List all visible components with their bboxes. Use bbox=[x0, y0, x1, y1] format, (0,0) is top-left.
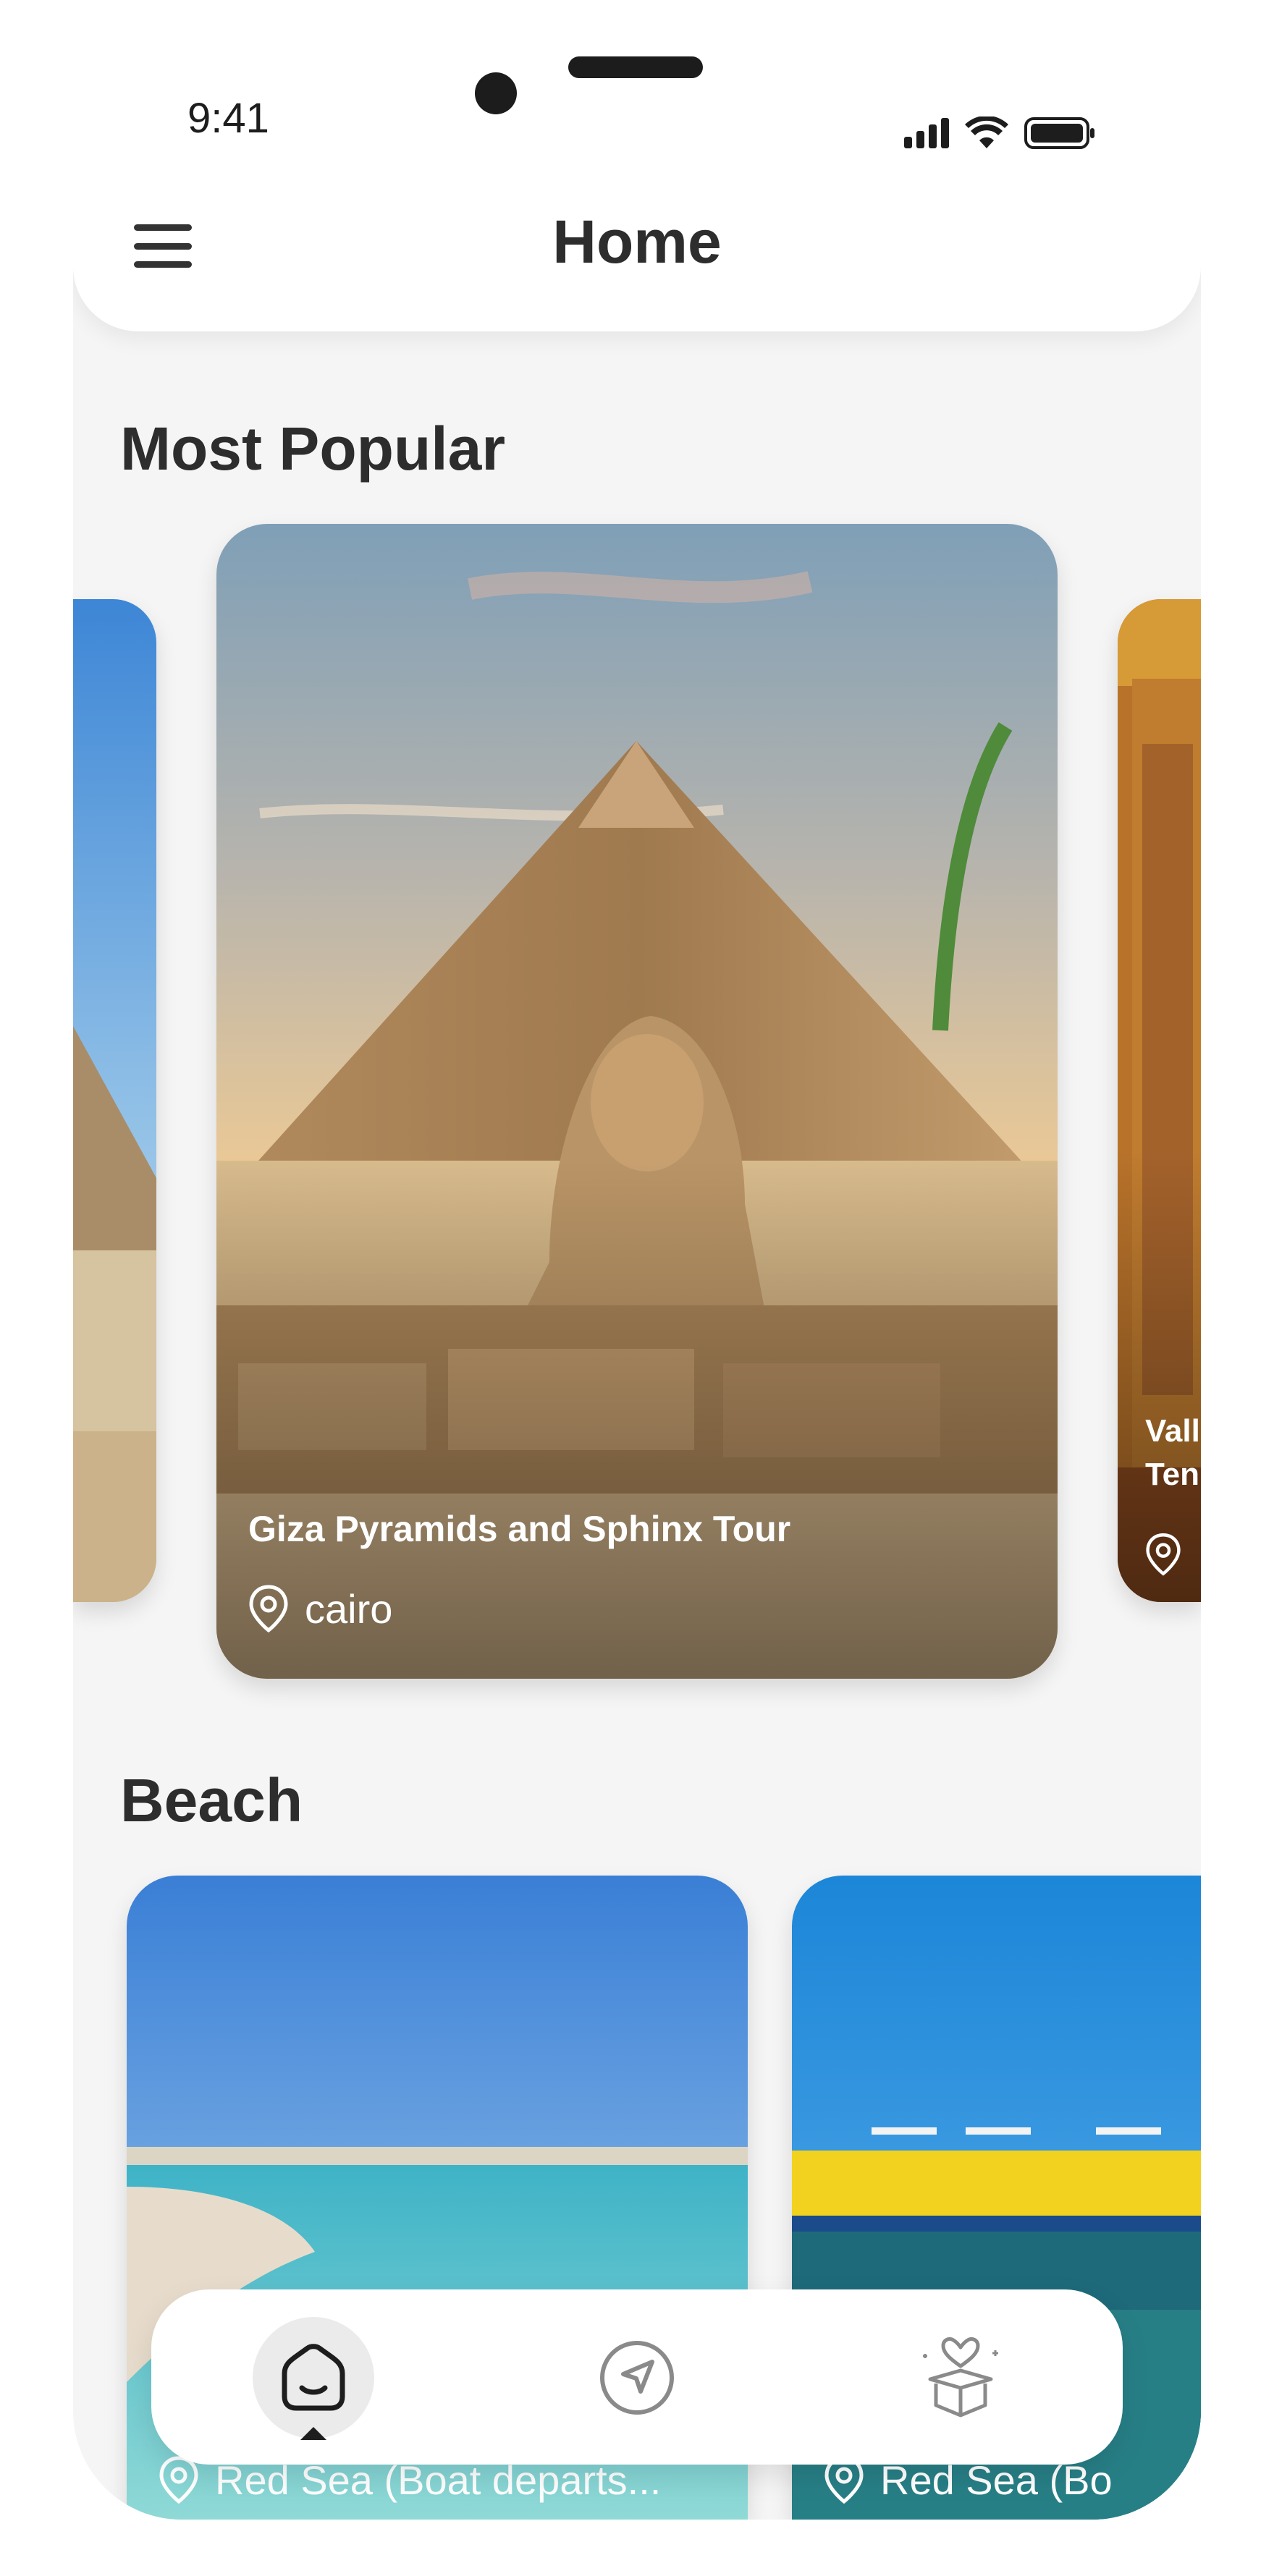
navigation-arrow-icon bbox=[600, 2341, 674, 2415]
popular-card-next[interactable]: Vall Ten bbox=[1118, 599, 1201, 1602]
popular-card-previous[interactable] bbox=[73, 599, 156, 1602]
front-camera bbox=[475, 72, 517, 114]
pyramid-photo-image bbox=[73, 599, 156, 1602]
page-title: Home bbox=[552, 208, 722, 276]
home-icon bbox=[282, 2344, 345, 2411]
popular-card-giza[interactable]: Giza Pyramids and Sphinx Tour cairo bbox=[216, 524, 1058, 1679]
location-pin-icon bbox=[1146, 1533, 1181, 1576]
earpiece-speaker bbox=[568, 56, 703, 78]
phone-screen: 9:41 Home Most Popular Giza Pyramids and… bbox=[73, 0, 1201, 2520]
nav-home[interactable] bbox=[253, 2317, 374, 2440]
location-pin-icon bbox=[249, 1585, 288, 1632]
battery-icon bbox=[1024, 117, 1094, 149]
nav-favorites[interactable] bbox=[900, 2317, 1021, 2439]
active-indicator bbox=[300, 2427, 326, 2440]
card-title: Giza Pyramids and Sphinx Tour bbox=[248, 1509, 791, 1549]
card-location-label: cairo bbox=[305, 1585, 393, 1632]
wifi-icon bbox=[965, 116, 1008, 148]
top-app-bar: 9:41 Home bbox=[73, 0, 1201, 331]
status-time: 9:41 bbox=[187, 95, 269, 142]
status-icons bbox=[904, 114, 1095, 152]
section-title-beach: Beach bbox=[120, 1766, 303, 1834]
card-title: Vall Ten bbox=[1145, 1413, 1200, 1492]
gift-box-heart-icon bbox=[923, 2336, 998, 2418]
cellular-signal-icon bbox=[904, 118, 949, 148]
nav-explore[interactable] bbox=[576, 2317, 698, 2439]
section-title-most-popular: Most Popular bbox=[120, 415, 506, 483]
bottom-navigation bbox=[151, 2289, 1123, 2465]
location-pin-icon bbox=[159, 2456, 198, 2504]
card-location: cairo bbox=[248, 1585, 392, 1632]
